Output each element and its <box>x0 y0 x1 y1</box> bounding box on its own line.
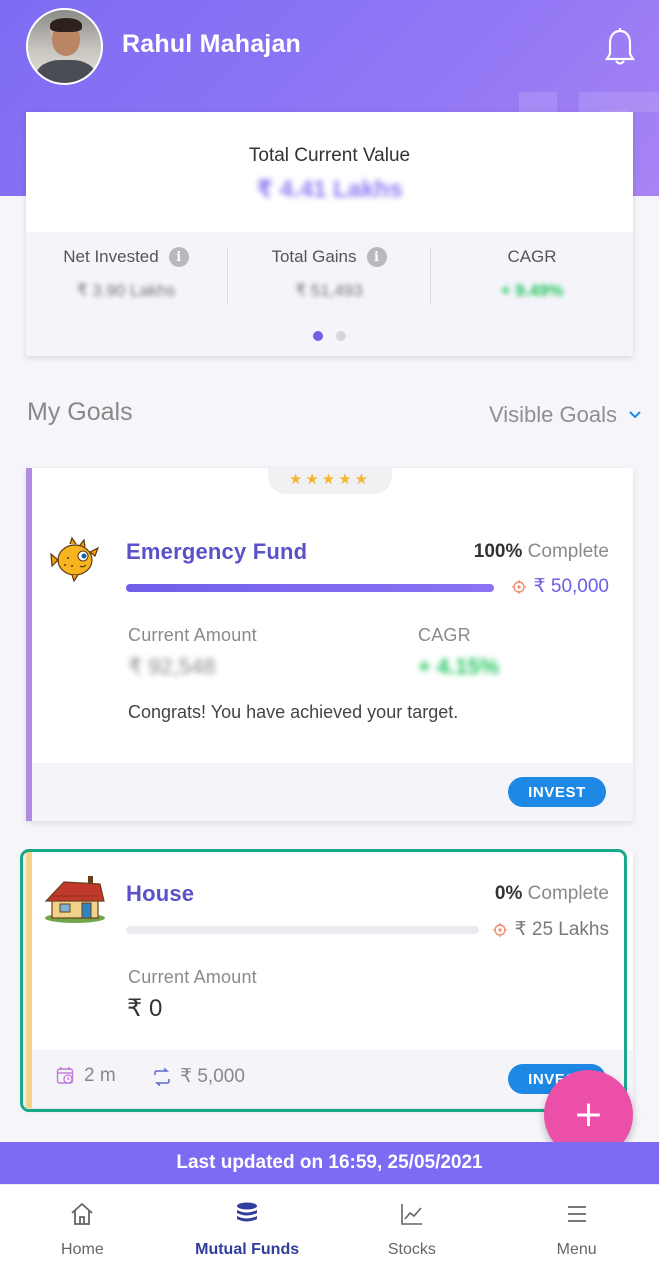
current-amount-label: Current Amount <box>128 967 257 987</box>
goal-completion: 100% Complete <box>474 541 609 563</box>
goal-name[interactable]: House <box>126 881 194 907</box>
goal-target: ₹ 50,000 <box>511 575 609 598</box>
target-icon <box>492 922 507 937</box>
nav-mutual-funds-label: Mutual Funds <box>195 1241 300 1258</box>
total-gains-label: Total Gains <box>271 247 357 266</box>
total-gains-value: ₹ 51,493 <box>295 281 363 300</box>
invest-button[interactable]: INVEST <box>508 777 606 807</box>
my-goals-title: My Goals <box>27 398 133 426</box>
divider <box>430 248 431 304</box>
visible-goals-label: Visible Goals <box>489 402 617 427</box>
goal-progress-bar <box>126 584 494 592</box>
info-icon[interactable]: i <box>168 247 189 267</box>
net-invested-label: Net Invested <box>63 247 159 266</box>
goal-progress-fill <box>126 584 494 592</box>
nav-menu[interactable]: Menu <box>494 1185 659 1280</box>
home-icon <box>71 1203 93 1225</box>
goal-progress-bar <box>126 926 479 934</box>
goal-card-footer: 2 m ₹ 5,000 INVEST <box>32 1050 633 1108</box>
nav-stocks[interactable]: Stocks <box>330 1185 495 1280</box>
target-icon <box>511 579 526 594</box>
avatar[interactable] <box>26 8 103 85</box>
house-icon <box>44 876 105 923</box>
goal-sip-amount: ₹ 5,000 <box>180 1066 245 1087</box>
goal-completion: 0% Complete <box>495 883 609 905</box>
stat-cagr: CAGR + 9.49% <box>432 247 632 327</box>
goal-name[interactable]: Emergency Fund <box>126 539 307 565</box>
goal-cagr-value: + 4.15% <box>418 654 500 679</box>
goal-card-footer: INVEST <box>32 763 633 821</box>
chart-icon <box>401 1204 422 1225</box>
user-name: Rahul Mahajan <box>122 30 302 58</box>
calendar-clock-icon <box>56 1067 74 1084</box>
complete-label: Complete <box>527 883 609 904</box>
nav-home[interactable]: Home <box>0 1185 165 1280</box>
portfolio-summary-card[interactable]: Total Current Value ₹ 4.41 Lakhs Net Inv… <box>26 112 633 356</box>
menu-icon <box>567 1206 586 1222</box>
bell-icon[interactable] <box>604 28 636 66</box>
goal-achieved-message: Congrats! You have achieved your target. <box>128 702 459 722</box>
goal-duration-value: 2 m <box>84 1065 116 1086</box>
bottom-navigation: Home Mutual Funds Stocks Menu <box>0 1184 659 1280</box>
current-amount-value: ₹ 92,548 <box>128 654 216 679</box>
goal-cagr-label: CAGR <box>418 625 471 645</box>
complete-label: Complete <box>527 541 609 562</box>
pufferfish-icon <box>50 536 100 582</box>
goal-sip: ₹ 5,000 <box>152 1065 245 1088</box>
total-current-value: ₹ 4.41 Lakhs <box>256 176 403 203</box>
page-dot-active[interactable] <box>313 331 324 341</box>
chevron-down-icon <box>629 411 641 419</box>
goal-target-amount: ₹ 25 Lakhs <box>514 919 609 940</box>
goal-card-house[interactable]: House 0% Complete ₹ 25 Lakhs Current Amo… <box>26 852 633 1108</box>
cagr-value: + 9.49% <box>500 281 564 300</box>
last-updated-bar: Last updated on 16:59, 25/05/2021 <box>0 1142 659 1184</box>
goal-card-emergency-fund[interactable]: ★★★★★ Emergency Fund 100% Complete ₹ 50,… <box>26 468 633 821</box>
page-indicator <box>26 328 633 346</box>
goal-duration: 2 m <box>56 1065 116 1087</box>
goal-target: ₹ 25 Lakhs <box>492 918 609 941</box>
stat-net-invested: Net Invested i ₹ 3.90 Lakhs <box>26 247 226 327</box>
repeat-icon <box>154 1067 170 1086</box>
goal-target-amount: ₹ 50,000 <box>533 576 609 597</box>
goal-percent: 100% <box>473 541 523 562</box>
current-amount-value: ₹ 0 <box>127 995 163 1022</box>
total-current-value-label: Total Current Value <box>248 145 411 166</box>
divider <box>227 248 228 304</box>
coins-icon <box>237 1202 258 1222</box>
goal-rating-stars: ★★★★★ <box>268 468 392 494</box>
nav-mutual-funds[interactable]: Mutual Funds <box>165 1185 330 1280</box>
nav-home-label: Home <box>61 1241 104 1258</box>
nav-menu-label: Menu <box>556 1241 597 1258</box>
goal-percent: 0% <box>494 883 523 904</box>
current-amount-label: Current Amount <box>128 625 257 645</box>
cagr-label: CAGR <box>507 247 557 266</box>
visible-goals-dropdown[interactable]: Visible Goals <box>489 402 641 428</box>
stat-total-gains: Total Gains i ₹ 51,493 <box>229 247 429 327</box>
page-dot[interactable] <box>335 331 346 341</box>
net-invested-value: ₹ 3.90 Lakhs <box>76 281 176 300</box>
nav-stocks-label: Stocks <box>387 1241 436 1258</box>
info-icon[interactable]: i <box>366 247 387 267</box>
